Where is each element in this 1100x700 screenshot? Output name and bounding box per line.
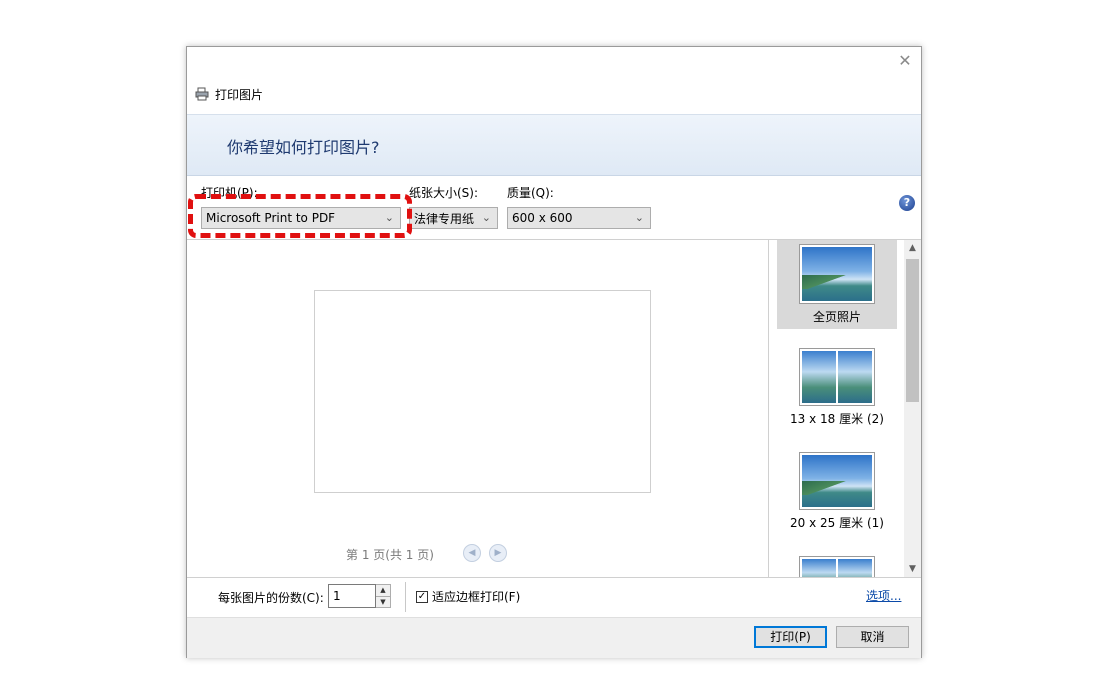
- close-icon[interactable]: ✕: [897, 53, 913, 69]
- layout-list: 全页照片 13 x 18 厘米 (2) 20 x 25 厘米 (1): [768, 240, 905, 577]
- previous-page-button[interactable]: ◀: [463, 544, 481, 562]
- next-page-button[interactable]: ▶: [489, 544, 507, 562]
- print-button[interactable]: 打印(P): [754, 626, 827, 648]
- stepper-up-icon[interactable]: ▲: [376, 585, 390, 597]
- layout-scrollbar[interactable]: ▲ ▼: [904, 240, 921, 577]
- paper-size-select-value: 法律专用纸: [414, 211, 475, 226]
- printer-select-value: Microsoft Print to PDF: [206, 211, 336, 225]
- title-bar: 打印图片: [195, 85, 263, 103]
- options-link[interactable]: 选项...: [866, 587, 901, 604]
- divider: [405, 582, 406, 612]
- quality-select[interactable]: 600 x 600 ⌄: [507, 207, 651, 229]
- chevron-down-icon: ⌄: [634, 211, 644, 224]
- printer-label: 打印机(P):: [201, 186, 258, 200]
- copies-label: 每张图片的份数(C):: [218, 591, 324, 605]
- scroll-up-icon[interactable]: ▲: [904, 240, 921, 256]
- window-title: 打印图片: [215, 87, 264, 102]
- layout-thumbnail: [799, 244, 875, 304]
- layout-item-13x18[interactable]: 13 x 18 厘米 (2): [777, 348, 897, 432]
- paper-size-select[interactable]: 法律专用纸 ⌄: [409, 207, 498, 229]
- layout-thumbnail: [799, 556, 875, 577]
- chevron-down-icon: ⌄: [384, 211, 394, 224]
- copies-stepper[interactable]: ▲ ▼: [376, 584, 391, 608]
- layout-item-full-page[interactable]: 全页照片: [777, 240, 897, 329]
- preview-page: [314, 290, 651, 493]
- quality-label: 质量(Q):: [507, 186, 554, 200]
- help-icon[interactable]: ?: [899, 195, 915, 211]
- page-indicator: 第 1 页(共 1 页): [346, 548, 434, 562]
- layout-thumbnail: [799, 348, 875, 406]
- layout-label: 全页照片: [812, 310, 861, 324]
- print-preview-pane: 第 1 页(共 1 页) ◀ ▶: [187, 240, 768, 577]
- stepper-down-icon[interactable]: ▼: [376, 597, 390, 608]
- scrollbar-thumb[interactable]: [906, 259, 919, 402]
- fit-to-frame-checkbox[interactable]: ✓: [416, 590, 428, 603]
- copies-row: 每张图片的份数(C): 1 ▲ ▼ ✓ 适应边框打印(F) 选项...: [187, 577, 921, 618]
- fit-to-frame-option[interactable]: ✓ 适应边框打印(F): [416, 588, 520, 605]
- header-banner: 你希望如何打印图片?: [187, 114, 921, 176]
- layout-item-20x25[interactable]: 20 x 25 厘米 (1): [777, 452, 897, 536]
- printer-select[interactable]: Microsoft Print to PDF ⌄: [201, 207, 401, 229]
- quality-select-value: 600 x 600: [512, 211, 573, 225]
- layout-thumbnail: [799, 452, 875, 510]
- scroll-down-icon[interactable]: ▼: [904, 561, 921, 577]
- layout-label: 13 x 18 厘米 (2): [790, 412, 884, 426]
- fit-to-frame-label: 适应边框打印(F): [432, 590, 521, 604]
- dialog-footer: 打印(P) 取消: [187, 617, 921, 658]
- layout-label: 20 x 25 厘米 (1): [790, 516, 884, 530]
- page-title: 你希望如何打印图片?: [227, 138, 380, 157]
- layout-item-partial[interactable]: [777, 556, 897, 577]
- cancel-button[interactable]: 取消: [836, 626, 909, 648]
- print-pictures-dialog: ✕ 打印图片 你希望如何打印图片? 打印机(P): Microsoft Prin…: [186, 46, 922, 658]
- copies-input[interactable]: 1: [328, 584, 376, 608]
- chevron-down-icon: ⌄: [481, 211, 491, 224]
- paper-size-label: 纸张大小(S):: [409, 186, 479, 200]
- printer-icon: [195, 87, 209, 101]
